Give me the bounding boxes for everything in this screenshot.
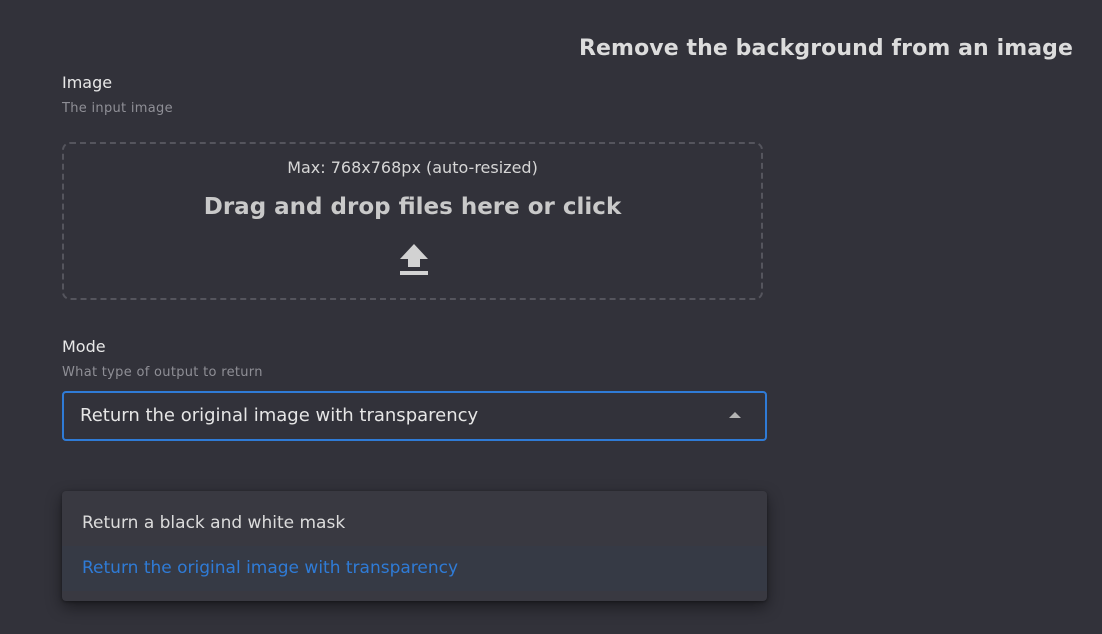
mode-select-value: Return the original image with transpare… bbox=[80, 405, 479, 426]
mode-field-description: What type of output to return bbox=[62, 365, 263, 380]
image-field-label: Image bbox=[62, 73, 113, 92]
mode-dropdown-menu: Return a black and white mask Return the… bbox=[62, 491, 767, 601]
caret-up-icon bbox=[729, 412, 741, 418]
image-field-description: The input image bbox=[62, 101, 173, 116]
image-dropzone[interactable]: Max: 768x768px (auto-resized) Drag and d… bbox=[62, 142, 763, 300]
mode-field-label: Mode bbox=[62, 337, 106, 356]
upload-icon bbox=[400, 244, 428, 275]
dropzone-prompt: Drag and drop files here or click bbox=[203, 194, 622, 220]
mode-option-black-white-mask[interactable]: Return a black and white mask bbox=[62, 501, 767, 546]
page-title: Remove the background from an image bbox=[579, 36, 1074, 61]
mode-option-transparency[interactable]: Return the original image with transpare… bbox=[62, 546, 767, 591]
mode-select[interactable]: Return the original image with transpare… bbox=[62, 391, 767, 441]
dropzone-max-size: Max: 768x768px (auto-resized) bbox=[287, 158, 538, 177]
